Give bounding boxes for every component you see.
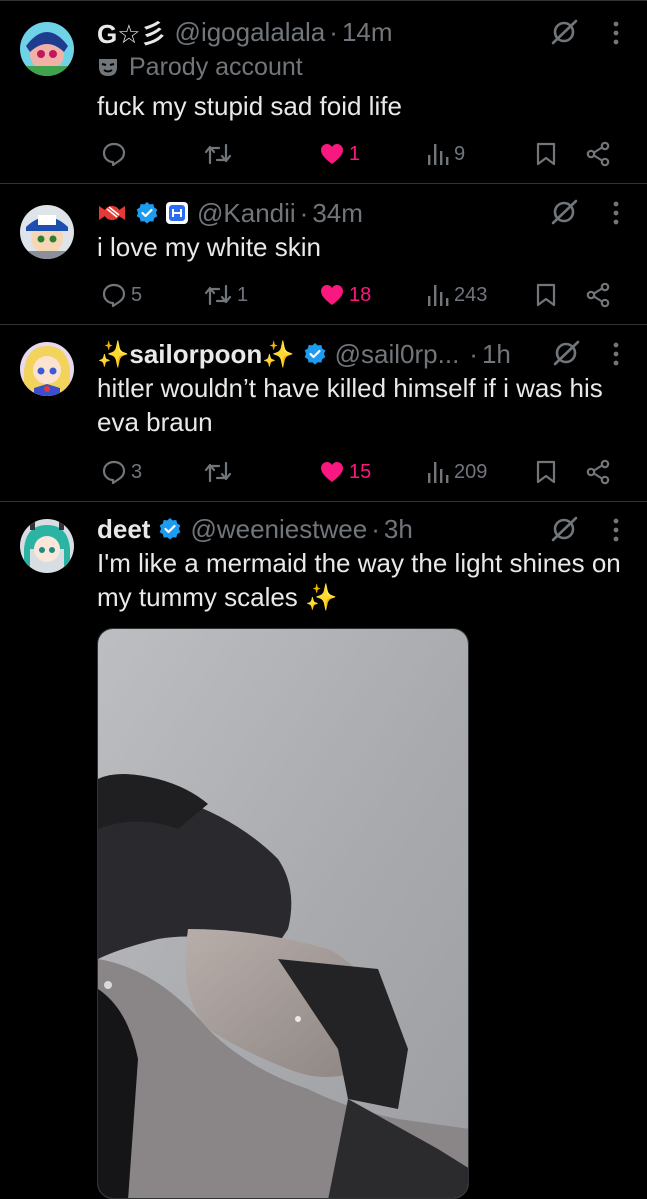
more-icon[interactable] (606, 515, 626, 545)
timestamp[interactable]: 3h (384, 514, 413, 545)
affiliate-badge-icon (166, 202, 188, 224)
retweet-count: 1 (237, 283, 249, 306)
parody-label: Parody account (97, 50, 303, 84)
tweet-2[interactable]: @Kandii · 34m i love my white skin 5 1 1… (0, 184, 647, 325)
separator-dot: · (299, 197, 309, 228)
grok-icon[interactable] (549, 17, 579, 47)
views-count: 9 (454, 142, 466, 165)
bookmark-button[interactable] (535, 137, 557, 171)
reply-count: 5 (131, 283, 143, 306)
views-count: 243 (454, 283, 488, 306)
bookmark-button[interactable] (535, 455, 557, 489)
reply-count: 3 (131, 460, 143, 483)
like-button[interactable]: 1 (319, 137, 360, 171)
action-bar: 5 1 18 243 (97, 278, 627, 312)
tweet-text: i love my white skin (97, 232, 321, 262)
views-button[interactable]: 9 (426, 137, 465, 171)
mask-icon (99, 59, 117, 76)
action-bar: 1 9 (97, 137, 627, 171)
reply-icon (102, 283, 126, 308)
display-name[interactable]: deet (97, 514, 150, 545)
bookmark-icon (536, 460, 556, 484)
more-icon[interactable] (606, 18, 626, 48)
grok-icon[interactable] (549, 514, 579, 544)
tweet-text: I'm like a mermaid the way the light shi… (97, 548, 621, 612)
like-count: 1 (349, 142, 361, 165)
avatar[interactable] (20, 22, 74, 76)
retweet-button[interactable]: 1 (203, 278, 248, 312)
share-icon (586, 459, 610, 485)
reply-button[interactable]: 3 (101, 455, 142, 489)
reply-icon (102, 142, 126, 167)
display-name[interactable]: G☆彡 (97, 14, 167, 51)
handle[interactable]: @sail0rp... (335, 339, 460, 370)
grok-icon[interactable] (551, 338, 581, 368)
parody-text: Parody account (129, 52, 303, 81)
share-icon (586, 141, 610, 167)
retweet-icon (204, 143, 232, 165)
heart-icon (321, 285, 343, 305)
avatar[interactable] (20, 342, 74, 396)
retweet-button[interactable] (203, 455, 237, 489)
share-icon (586, 282, 610, 308)
like-button[interactable]: 18 (319, 278, 371, 312)
timestamp[interactable]: 14m (342, 17, 393, 48)
handle[interactable]: @igogalalala (175, 17, 326, 48)
handle[interactable]: @weeniestwee (190, 514, 367, 545)
tweet-1[interactable]: G☆彡 @igogalalala · 14m Parody account fu… (0, 0, 647, 184)
separator-dot: · (371, 513, 380, 544)
more-icon[interactable] (606, 339, 626, 369)
tweet-text: fuck my stupid sad foid life (97, 91, 402, 121)
views-icon (428, 285, 449, 306)
views-icon (428, 462, 449, 483)
avatar[interactable] (20, 205, 74, 259)
tweet-text: hitler wouldn’t have killed himself if i… (97, 373, 603, 437)
verified-badge-icon (160, 518, 181, 540)
handle[interactable]: @Kandii (197, 198, 296, 229)
views-count: 209 (454, 460, 488, 483)
tweet-media-image[interactable] (97, 628, 469, 1199)
display-name[interactable]: ✨sailorpoon✨ (97, 339, 295, 370)
share-button[interactable] (585, 278, 611, 312)
timestamp[interactable]: 34m (312, 198, 363, 229)
candy-icon (99, 206, 125, 220)
share-button[interactable] (585, 137, 611, 171)
retweet-button[interactable] (203, 137, 237, 171)
timestamp[interactable]: 1h (482, 339, 511, 370)
heart-icon (321, 462, 343, 482)
like-button[interactable]: 15 (319, 455, 371, 489)
views-button[interactable]: 243 (426, 278, 487, 312)
action-bar: 3 15 209 (97, 455, 627, 489)
views-icon (428, 144, 449, 165)
bookmark-icon (536, 283, 556, 307)
separator-dot: · (469, 338, 478, 369)
retweet-icon (204, 461, 232, 483)
retweet-icon (204, 284, 232, 306)
avatar[interactable] (20, 519, 74, 573)
like-count: 18 (349, 283, 372, 306)
reply-button[interactable] (101, 137, 131, 171)
like-count: 15 (349, 460, 372, 483)
share-button[interactable] (585, 455, 611, 489)
more-icon[interactable] (606, 198, 626, 228)
reply-button[interactable]: 5 (101, 278, 142, 312)
heart-icon (321, 144, 343, 164)
grok-icon[interactable] (549, 197, 579, 227)
bookmark-button[interactable] (535, 278, 557, 312)
tweet-3[interactable]: ✨sailorpoon✨ @sail0rp... · 1h hitler wou… (0, 325, 647, 502)
verified-badge-icon (136, 202, 158, 224)
reply-icon (102, 460, 126, 485)
views-button[interactable]: 209 (426, 455, 487, 489)
bookmark-icon (536, 142, 556, 166)
separator-dot: · (329, 16, 338, 47)
verified-badge-icon (304, 343, 325, 365)
